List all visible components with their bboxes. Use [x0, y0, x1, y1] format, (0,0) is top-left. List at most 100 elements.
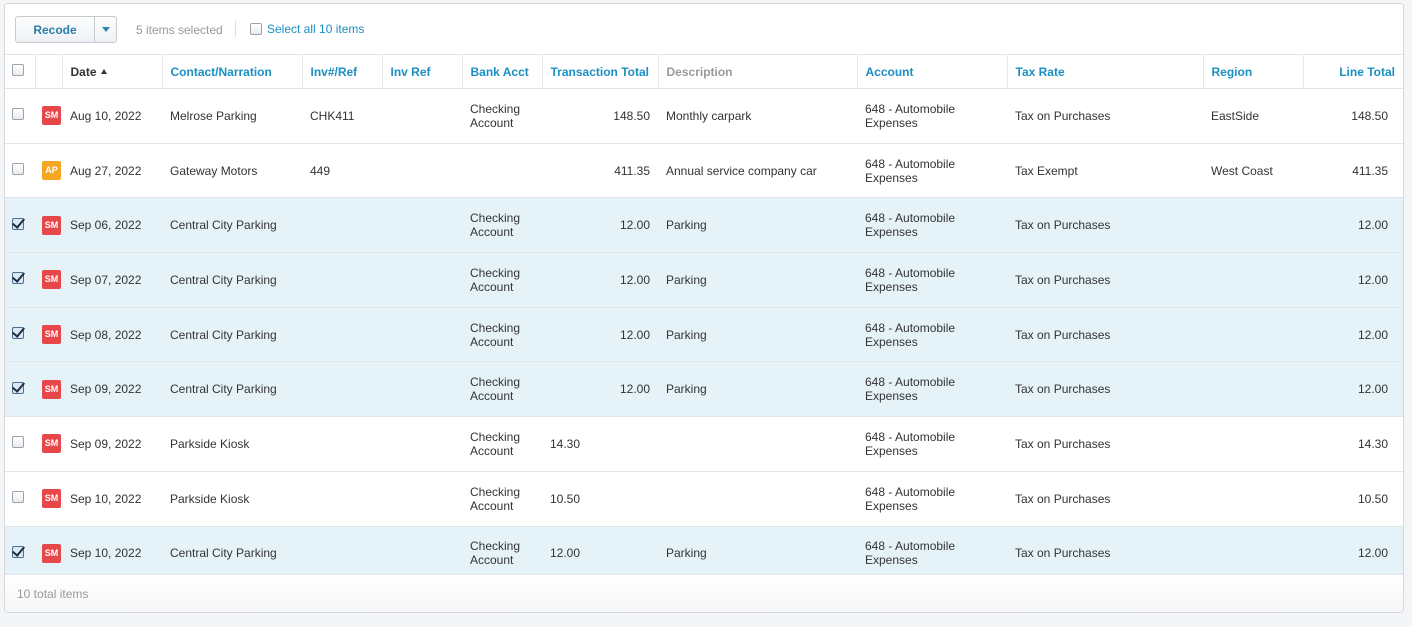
- row-invref2: [382, 143, 462, 199]
- total-items-count: 10 total items: [17, 587, 89, 601]
- recode-button[interactable]: Recode: [16, 17, 95, 42]
- account-line1: 648 - Automobile: [865, 429, 956, 444]
- row-type-cell: SM: [35, 88, 62, 144]
- row-line-total: 12.00: [1303, 361, 1403, 418]
- row-checkbox-cell: [5, 471, 35, 527]
- row-region: [1203, 526, 1303, 582]
- account-line2: Expenses: [865, 170, 918, 185]
- row-checkbox[interactable]: [12, 545, 24, 558]
- row-invref2: [382, 252, 462, 308]
- header-checkbox-cell: [5, 54, 35, 89]
- row-account: 648 - Automobile Expenses: [857, 143, 1007, 199]
- header-bank-acct[interactable]: Bank Acct: [461, 54, 542, 89]
- row-contact: Central City Parking: [162, 197, 302, 254]
- row-invref: [302, 471, 382, 527]
- select-all-label[interactable]: Select all 10 items: [267, 22, 364, 36]
- header-account[interactable]: Account: [856, 54, 1007, 89]
- table-row[interactable]: AP Aug 27, 2022 Gateway Motors 449 411.35 Ann…: [5, 143, 1403, 199]
- row-type-cell: SM: [35, 361, 62, 418]
- account-line2: Expenses: [865, 225, 918, 240]
- header-line-total[interactable]: Line Total: [1302, 54, 1403, 89]
- select-all-checkbox[interactable]: [250, 23, 262, 35]
- header-invref[interactable]: Inv#/Ref: [301, 54, 382, 89]
- row-account: 648 - Automobile Expenses: [857, 307, 1007, 363]
- bank-acct-line2: Account: [470, 389, 514, 404]
- row-checkbox[interactable]: [12, 217, 24, 230]
- row-checkbox[interactable]: [12, 436, 24, 449]
- row-invref2: [382, 361, 462, 418]
- row-description: Parking: [658, 526, 857, 582]
- row-account: 648 - Automobile Expenses: [857, 361, 1007, 418]
- select-all-items[interactable]: Select all 10 items: [250, 22, 364, 36]
- row-line-total: 10.50: [1303, 471, 1403, 527]
- row-description: Monthly carpark: [658, 88, 857, 144]
- row-bank-acct: Checking Account: [462, 252, 542, 308]
- header-select-checkbox[interactable]: [12, 64, 24, 76]
- bank-acct-line2: Account: [470, 334, 514, 349]
- row-bank-acct: Checking Account: [462, 88, 542, 144]
- row-transaction-total: 10.50: [542, 471, 658, 527]
- table-row[interactable]: SM Sep 06, 2022 Central City Parking Checki…: [5, 197, 1403, 254]
- bank-acct-line1: Checking: [470, 484, 521, 499]
- table-row[interactable]: SM Sep 10, 2022 Central City Parking Checki…: [5, 526, 1403, 582]
- row-contact: Central City Parking: [162, 307, 302, 363]
- header-date[interactable]: Date: [61, 54, 162, 89]
- row-bank-acct: Checking Account: [462, 361, 542, 418]
- header-tax-rate[interactable]: Tax Rate: [1006, 54, 1203, 89]
- header-region[interactable]: Region: [1202, 54, 1303, 89]
- row-type-cell: SM: [35, 471, 62, 527]
- sort-ascending-icon: [100, 68, 107, 74]
- header-date-label: Date: [70, 64, 97, 79]
- table-header-row: Date Contact/Narration Inv#/Ref Inv Ref …: [5, 54, 1403, 89]
- table-row[interactable]: SM Sep 09, 2022 Central City Parking Checki…: [5, 361, 1403, 418]
- row-invref2: [382, 526, 462, 582]
- account-line2: Expenses: [865, 498, 918, 513]
- row-type-cell: SM: [35, 526, 62, 582]
- row-date: Aug 10, 2022: [62, 88, 162, 144]
- row-contact: Gateway Motors: [162, 143, 302, 199]
- bank-acct-line2: Account: [470, 225, 514, 240]
- transaction-type-badge: AP: [42, 161, 61, 181]
- table-row[interactable]: SM Sep 09, 2022 Parkside Kiosk Checking Acco…: [5, 416, 1403, 472]
- table-row[interactable]: SM Sep 10, 2022 Parkside Kiosk Checking Acco…: [5, 471, 1403, 527]
- row-checkbox[interactable]: [12, 491, 24, 504]
- row-account: 648 - Automobile Expenses: [857, 416, 1007, 472]
- bank-acct-line1: Checking: [470, 211, 521, 226]
- account-line2: Expenses: [865, 279, 918, 294]
- row-checkbox-cell: [5, 143, 35, 199]
- recode-dropdown-button[interactable]: [95, 17, 116, 42]
- row-checkbox[interactable]: [12, 163, 24, 176]
- transaction-type-badge: SM: [42, 270, 61, 290]
- row-invref2: [382, 416, 462, 472]
- row-checkbox-cell: [5, 252, 35, 308]
- row-checkbox[interactable]: [12, 108, 24, 121]
- row-checkbox[interactable]: [12, 381, 24, 394]
- bank-acct-line1: Checking: [470, 375, 521, 390]
- account-line2: Expenses: [865, 115, 918, 130]
- row-line-total: 14.30: [1303, 416, 1403, 472]
- account-line2: Expenses: [865, 389, 918, 404]
- row-contact: Central City Parking: [162, 526, 302, 582]
- row-description: Parking: [658, 197, 857, 254]
- row-region: [1203, 252, 1303, 308]
- row-date: Sep 10, 2022: [62, 471, 162, 527]
- table-row[interactable]: SM Sep 07, 2022 Central City Parking Checki…: [5, 252, 1403, 308]
- bank-acct-line1: Checking: [470, 539, 521, 554]
- table-row[interactable]: SM Sep 08, 2022 Central City Parking Checki…: [5, 307, 1403, 363]
- transaction-type-badge: SM: [42, 379, 61, 399]
- row-checkbox-cell: [5, 197, 35, 254]
- row-tax-rate: Tax Exempt: [1007, 143, 1203, 199]
- header-invref2[interactable]: Inv Ref: [381, 54, 462, 89]
- row-checkbox[interactable]: [12, 327, 24, 340]
- table-row[interactable]: SM Aug 10, 2022 Melrose Parking CHK411 Check…: [5, 88, 1403, 144]
- row-invref2: [382, 307, 462, 363]
- row-invref2: [382, 88, 462, 144]
- row-transaction-total: 12.00: [542, 307, 658, 363]
- header-transaction-total[interactable]: Transaction Total: [541, 54, 658, 89]
- row-checkbox[interactable]: [12, 272, 24, 285]
- row-date: Aug 27, 2022: [62, 143, 162, 199]
- header-contact[interactable]: Contact/Narration: [161, 54, 302, 89]
- row-line-total: 12.00: [1303, 526, 1403, 582]
- row-transaction-total: 14.30: [542, 416, 658, 472]
- caret-down-icon: [101, 27, 110, 32]
